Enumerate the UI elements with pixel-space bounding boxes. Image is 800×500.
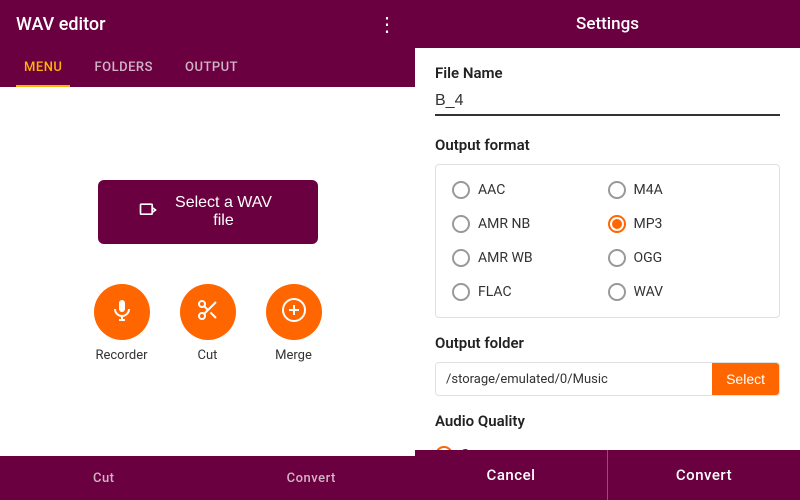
radio-amrnb-outer — [452, 215, 470, 233]
format-m4a-label: M4A — [634, 182, 663, 198]
left-panel: WAV editor ⋮ MENU FOLDERS OUTPUT — [0, 0, 415, 500]
radio-aac-outer — [452, 181, 470, 199]
bottom-convert-button[interactable]: Convert — [208, 456, 416, 500]
cut-label: Cut — [198, 348, 218, 363]
format-aac[interactable]: AAC — [452, 175, 608, 205]
select-wav-label: Select a WAV file — [170, 194, 278, 230]
cut-item: Cut — [180, 284, 236, 363]
bottom-cut-button[interactable]: Cut — [0, 456, 208, 500]
format-mp3-label: MP3 — [634, 216, 663, 232]
settings-header: Settings — [415, 0, 800, 48]
select-wav-icon — [138, 200, 158, 225]
merge-item: Merge — [266, 284, 322, 363]
settings-content: File Name Output format AAC M4A AMR NB — [415, 48, 800, 450]
recorder-button[interactable] — [94, 284, 150, 340]
radio-mp3-inner — [612, 219, 622, 229]
format-wav[interactable]: WAV — [608, 277, 764, 307]
main-content: Select a WAV file Re — [0, 87, 415, 456]
app-header: WAV editor ⋮ — [0, 0, 415, 48]
folder-path-text: /storage/emulated/0/Music — [436, 364, 712, 395]
radio-mp3-outer — [608, 215, 626, 233]
right-panel: Settings File Name Output format AAC M4A… — [415, 0, 800, 500]
tab-folders[interactable]: FOLDERS — [78, 48, 169, 87]
format-flac-label: FLAC — [478, 284, 512, 300]
tab-menu[interactable]: MENU — [8, 48, 78, 87]
output-format-label: Output format — [435, 136, 780, 154]
app-title: WAV editor — [16, 14, 106, 35]
audio-quality-label: Audio Quality — [435, 412, 780, 430]
file-name-input[interactable] — [435, 88, 780, 116]
format-ogg-label: OGG — [634, 250, 663, 266]
radio-m4a-outer — [608, 181, 626, 199]
format-amrwb[interactable]: AMR WB — [452, 243, 608, 273]
merge-button[interactable] — [266, 284, 322, 340]
action-icons-row: Recorder — [94, 284, 322, 363]
cancel-button[interactable]: Cancel — [415, 450, 608, 500]
convert-button[interactable]: Convert — [608, 450, 800, 500]
more-options-icon[interactable]: ⋮ — [377, 12, 399, 36]
format-wav-label: WAV — [634, 284, 664, 300]
file-name-label: File Name — [435, 64, 780, 82]
radio-wav-outer — [608, 283, 626, 301]
format-amrnb-label: AMR NB — [478, 216, 530, 232]
select-wav-button[interactable]: Select a WAV file — [98, 180, 318, 244]
output-folder-section: Output folder /storage/emulated/0/Music … — [435, 334, 780, 396]
recorder-item: Recorder — [94, 284, 150, 363]
format-m4a[interactable]: M4A — [608, 175, 764, 205]
scissors-icon — [196, 298, 220, 326]
radio-flac-outer — [452, 283, 470, 301]
radio-amrwb-outer — [452, 249, 470, 267]
format-amrnb[interactable]: AMR NB — [452, 209, 608, 239]
merge-label: Merge — [275, 348, 312, 363]
bottom-bar: Cut Convert — [0, 456, 415, 500]
settings-title: Settings — [576, 14, 639, 34]
format-aac-label: AAC — [478, 182, 505, 198]
folder-input-row: /storage/emulated/0/Music Select — [435, 362, 780, 396]
format-ogg[interactable]: OGG — [608, 243, 764, 273]
format-amrwb-label: AMR WB — [478, 250, 533, 266]
recorder-label: Recorder — [95, 348, 147, 363]
merge-icon — [281, 297, 307, 327]
cut-button[interactable] — [180, 284, 236, 340]
format-flac[interactable]: FLAC — [452, 277, 608, 307]
select-folder-button[interactable]: Select — [712, 363, 779, 395]
output-folder-label: Output folder — [435, 334, 780, 352]
mic-icon — [110, 298, 134, 326]
tab-bar: MENU FOLDERS OUTPUT — [0, 48, 415, 87]
audio-quality-section: Audio Quality Same — [435, 412, 780, 450]
format-mp3[interactable]: MP3 — [608, 209, 764, 239]
radio-ogg-outer — [608, 249, 626, 267]
tab-output[interactable]: OUTPUT — [169, 48, 254, 87]
audio-quality-same[interactable]: Same — [435, 440, 780, 450]
settings-footer: Cancel Convert — [415, 450, 800, 500]
format-grid: AAC M4A AMR NB MP3 A — [435, 164, 780, 318]
